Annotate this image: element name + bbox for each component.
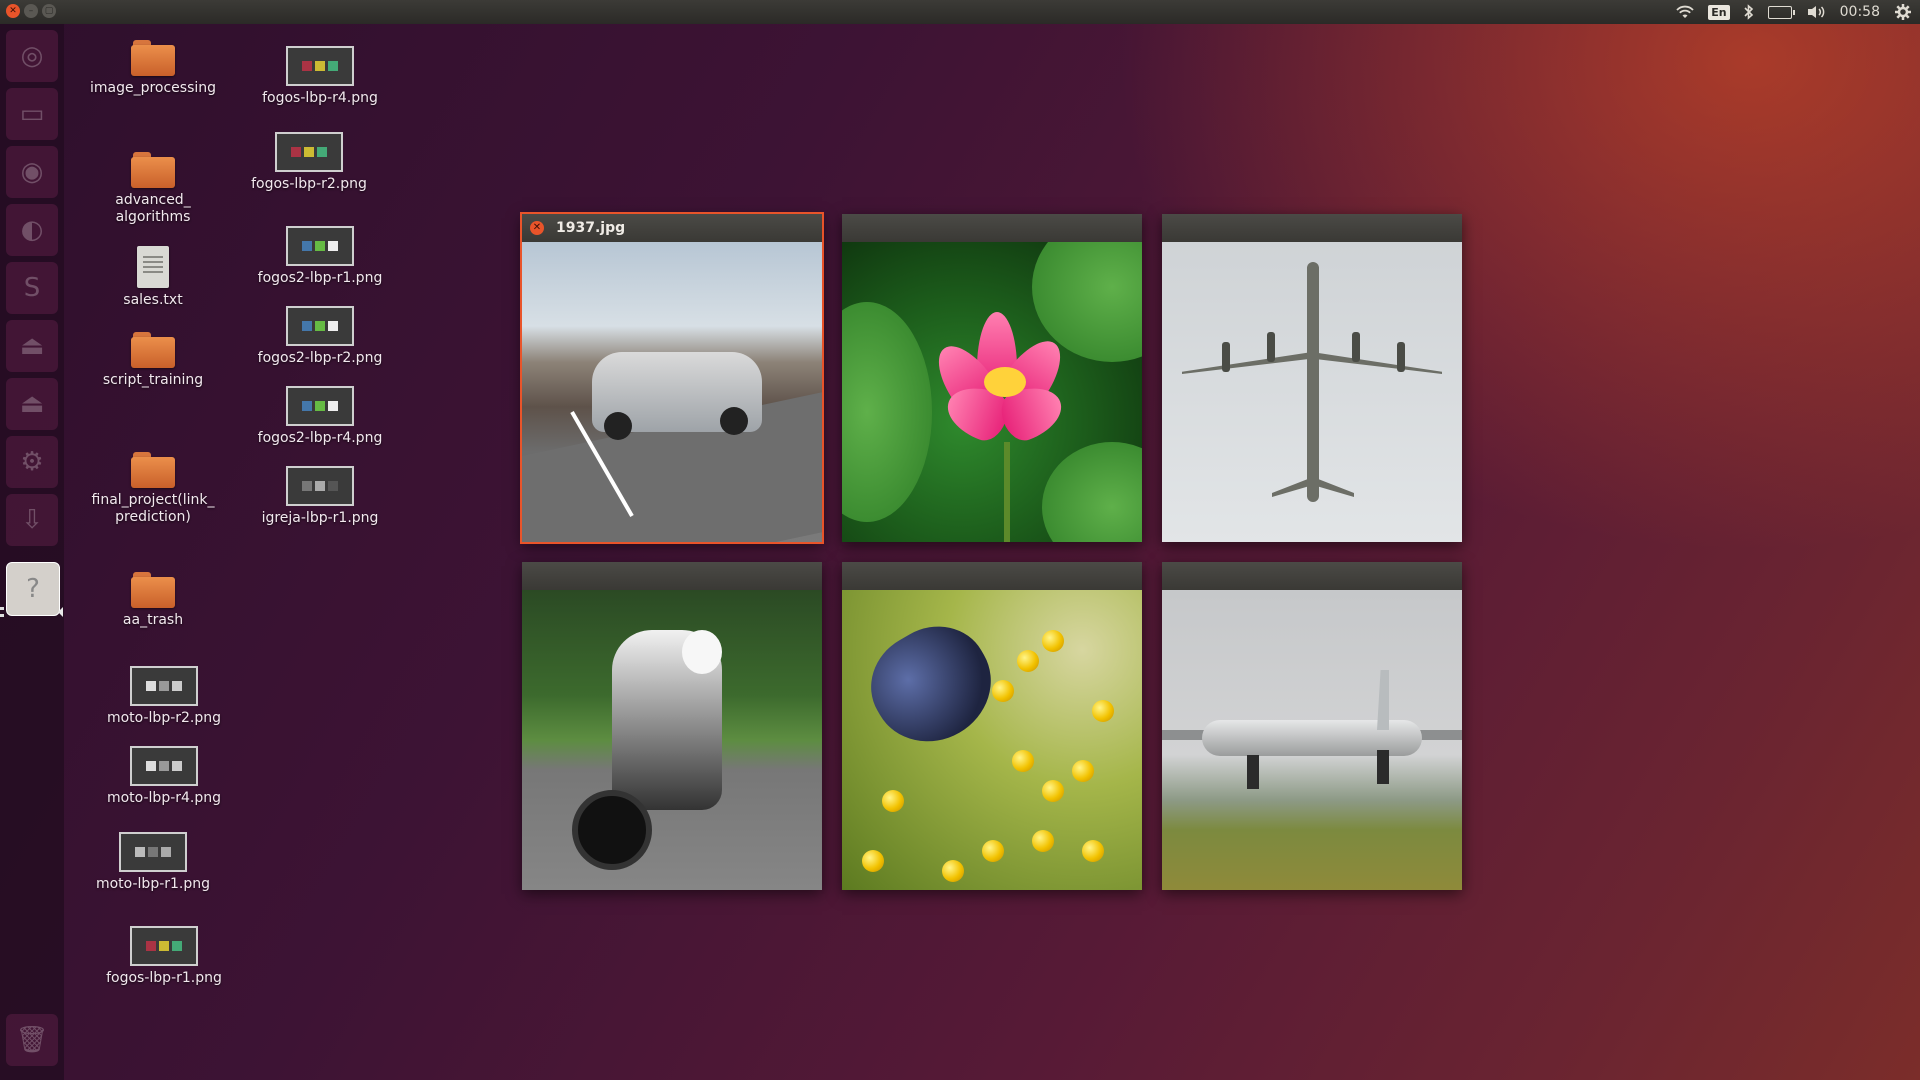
download-icon[interactable]: ⇩ <box>6 494 58 546</box>
lotus-image <box>842 242 1142 542</box>
image-thumbnail <box>130 666 198 706</box>
indicator-area: En 00:58 <box>1676 0 1912 24</box>
desktop-folder[interactable]: advanced_ algorithms <box>83 152 223 226</box>
folder-icon <box>131 332 175 368</box>
desktop-image-file[interactable]: fogos-lbp-r2.png <box>239 132 379 193</box>
text-file-icon <box>137 246 169 288</box>
desktop-folder[interactable]: script_training <box>83 332 223 389</box>
image-thumbnail <box>275 132 343 172</box>
help-icon[interactable]: ? <box>6 562 60 616</box>
desktop-icon-label: fogos2-lbp-r4.png <box>257 430 383 446</box>
car-image <box>522 242 822 542</box>
airplane-image <box>1162 242 1462 542</box>
image-thumbnail <box>130 746 198 786</box>
desktop-icon-label: moto-lbp-r2.png <box>106 710 222 726</box>
desktop-icon-label: fogos-lbp-r1.png <box>106 970 222 986</box>
bluetooth-icon[interactable] <box>1744 0 1754 24</box>
desktop-image-file[interactable]: fogos2-lbp-r2.png <box>250 306 390 367</box>
image-thumbnail <box>286 386 354 426</box>
folder-icon <box>131 40 175 76</box>
settings-gear-icon[interactable] <box>1894 0 1912 24</box>
spread-window-1937-jpg[interactable]: ✕ 1937.jpg <box>520 212 824 544</box>
language-label: En <box>1708 4 1730 20</box>
image-thumbnail <box>286 306 354 346</box>
ubuntu-dash-icon[interactable]: ◎ <box>6 30 58 82</box>
spread-window[interactable] <box>1162 214 1462 542</box>
window-titlebar: ✕ 1937.jpg <box>522 214 822 242</box>
system-settings-icon[interactable]: ⚙ <box>6 436 58 488</box>
trash-icon[interactable]: 🗑 <box>6 1014 58 1066</box>
image-thumbnail <box>286 466 354 506</box>
close-window-button[interactable]: ✕ <box>6 4 20 18</box>
spread-window[interactable] <box>1162 562 1462 890</box>
desktop-image-file[interactable]: fogos-lbp-r4.png <box>250 46 390 107</box>
desktop-icon-label: moto-lbp-r1.png <box>95 876 211 892</box>
window-titlebar <box>522 562 822 590</box>
desktop-image-file[interactable]: moto-lbp-r2.png <box>94 666 234 727</box>
desktop-folder[interactable]: final_project(link_ prediction) <box>83 452 223 526</box>
desktop-file[interactable]: sales.txt <box>83 246 223 309</box>
battery-icon[interactable] <box>1767 0 1795 24</box>
volume-icon[interactable] <box>1806 0 1826 24</box>
minimize-window-button[interactable]: – <box>24 4 38 18</box>
desktop-icon-label: aa_trash <box>122 612 184 628</box>
folder-icon <box>131 572 175 608</box>
image-thumbnail <box>286 46 354 86</box>
running-app-pips <box>0 604 4 620</box>
browser-icon[interactable]: ◉ <box>6 146 58 198</box>
window-titlebar <box>1162 562 1462 590</box>
image-thumbnail <box>130 926 198 966</box>
close-icon[interactable]: ✕ <box>530 221 544 235</box>
desktop-folder[interactable]: image_processing <box>83 40 223 97</box>
desktop-icon-label: script_training <box>102 372 204 388</box>
folder-icon <box>131 452 175 488</box>
window-title: 1937.jpg <box>556 220 626 236</box>
image-thumbnail <box>119 832 187 872</box>
image-thumbnail <box>286 226 354 266</box>
window-titlebar <box>842 562 1142 590</box>
window-titlebar <box>842 214 1142 242</box>
desktop-icon-label: igreja-lbp-r1.png <box>261 510 379 526</box>
maximize-window-button[interactable]: ▢ <box>42 4 56 18</box>
desktop-image-file[interactable]: moto-lbp-r4.png <box>94 746 234 807</box>
window-controls: ✕ – ▢ <box>6 4 56 18</box>
software-center-icon[interactable]: S <box>6 262 58 314</box>
desktop-folder[interactable]: aa_trash <box>83 572 223 629</box>
drive-icon[interactable]: ⏏ <box>6 378 58 430</box>
desktop-image-file[interactable]: igreja-lbp-r1.png <box>250 466 390 527</box>
firefox-icon[interactable]: ◐ <box>6 204 58 256</box>
desktop-icon-label: image_processing <box>89 80 217 96</box>
clock[interactable]: 00:58 <box>1840 0 1880 24</box>
spread-window[interactable] <box>842 562 1142 890</box>
beetle-image <box>842 590 1142 890</box>
top-panel: ✕ – ▢ En 00:58 <box>0 0 1920 24</box>
desktop-image-file[interactable]: fogos2-lbp-r4.png <box>250 386 390 447</box>
desktop-icon-label: fogos-lbp-r2.png <box>251 176 367 192</box>
window-titlebar <box>1162 214 1462 242</box>
desktop-icon-label: final_project(link_ prediction) <box>91 492 215 525</box>
desktop-icon-label: moto-lbp-r4.png <box>106 790 222 806</box>
active-app-arrow <box>58 607 63 617</box>
desktop-image-file[interactable]: fogos-lbp-r1.png <box>94 926 234 987</box>
desktop-icon-label: sales.txt <box>123 292 183 308</box>
desktop-image-file[interactable]: moto-lbp-r1.png <box>83 832 223 893</box>
airplane-image <box>1162 590 1462 890</box>
drive-icon[interactable]: ⏏ <box>6 320 58 372</box>
keyboard-language-indicator[interactable]: En <box>1708 0 1730 24</box>
spread-window[interactable] <box>842 214 1142 542</box>
desktop-icon-label: fogos-lbp-r4.png <box>262 90 378 106</box>
desktop-icon-label: fogos2-lbp-r2.png <box>257 350 383 366</box>
motorcycle-image <box>522 590 822 890</box>
files-icon[interactable]: ▭ <box>6 88 58 140</box>
launcher: ◎ ▭ ◉ ◐ S ⏏ ⏏ ⚙ ⇩ ? 🗑 <box>0 24 64 1080</box>
spread-window[interactable] <box>522 562 822 890</box>
desktop-icon-label: advanced_ algorithms <box>115 192 191 225</box>
wifi-icon[interactable] <box>1676 0 1694 24</box>
desktop-icon-label: fogos2-lbp-r1.png <box>257 270 383 286</box>
folder-icon <box>131 152 175 188</box>
desktop-image-file[interactable]: fogos2-lbp-r1.png <box>250 226 390 287</box>
